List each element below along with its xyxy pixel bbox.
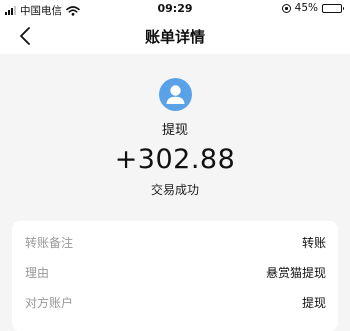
detail-row-counterparty[interactable]: 对方账户 提现 [12, 287, 338, 317]
row-label: 转账备注 [25, 235, 74, 250]
top-area: 中国电信 09:29 45% 账单详情 [0, 0, 350, 54]
detail-row-reason: 理由 悬赏猫提现 [12, 257, 338, 287]
status-right: 45% [281, 2, 344, 14]
transaction-amount: +302.88 [114, 144, 236, 175]
row-label: 理由 [25, 265, 50, 280]
user-avatar-icon [158, 78, 192, 111]
row-value: 转账 [301, 235, 326, 250]
transaction-type: 提现 [161, 123, 188, 138]
detail-row-remark: 转账备注 转账 [12, 227, 338, 257]
person-silhouette-icon [166, 85, 184, 104]
transaction-status: 交易成功 [150, 183, 199, 197]
transaction-summary: 提现 +302.88 交易成功 [0, 54, 350, 216]
detail-card: 转账备注 转账 理由 悬赏猫提现 对方账户 提现 [12, 221, 338, 331]
nav-bar: 账单详情 [0, 18, 350, 54]
status-bar: 中国电信 09:29 45% [0, 0, 350, 18]
row-label: 对方账户 [25, 295, 74, 310]
battery-icon [322, 3, 344, 13]
row-value: 悬赏猫提现 [265, 265, 326, 280]
rotation-lock-icon [281, 3, 291, 13]
page-title: 账单详情 [144, 28, 205, 46]
battery-percent: 45% [294, 2, 318, 14]
row-value: 提现 [301, 295, 326, 310]
